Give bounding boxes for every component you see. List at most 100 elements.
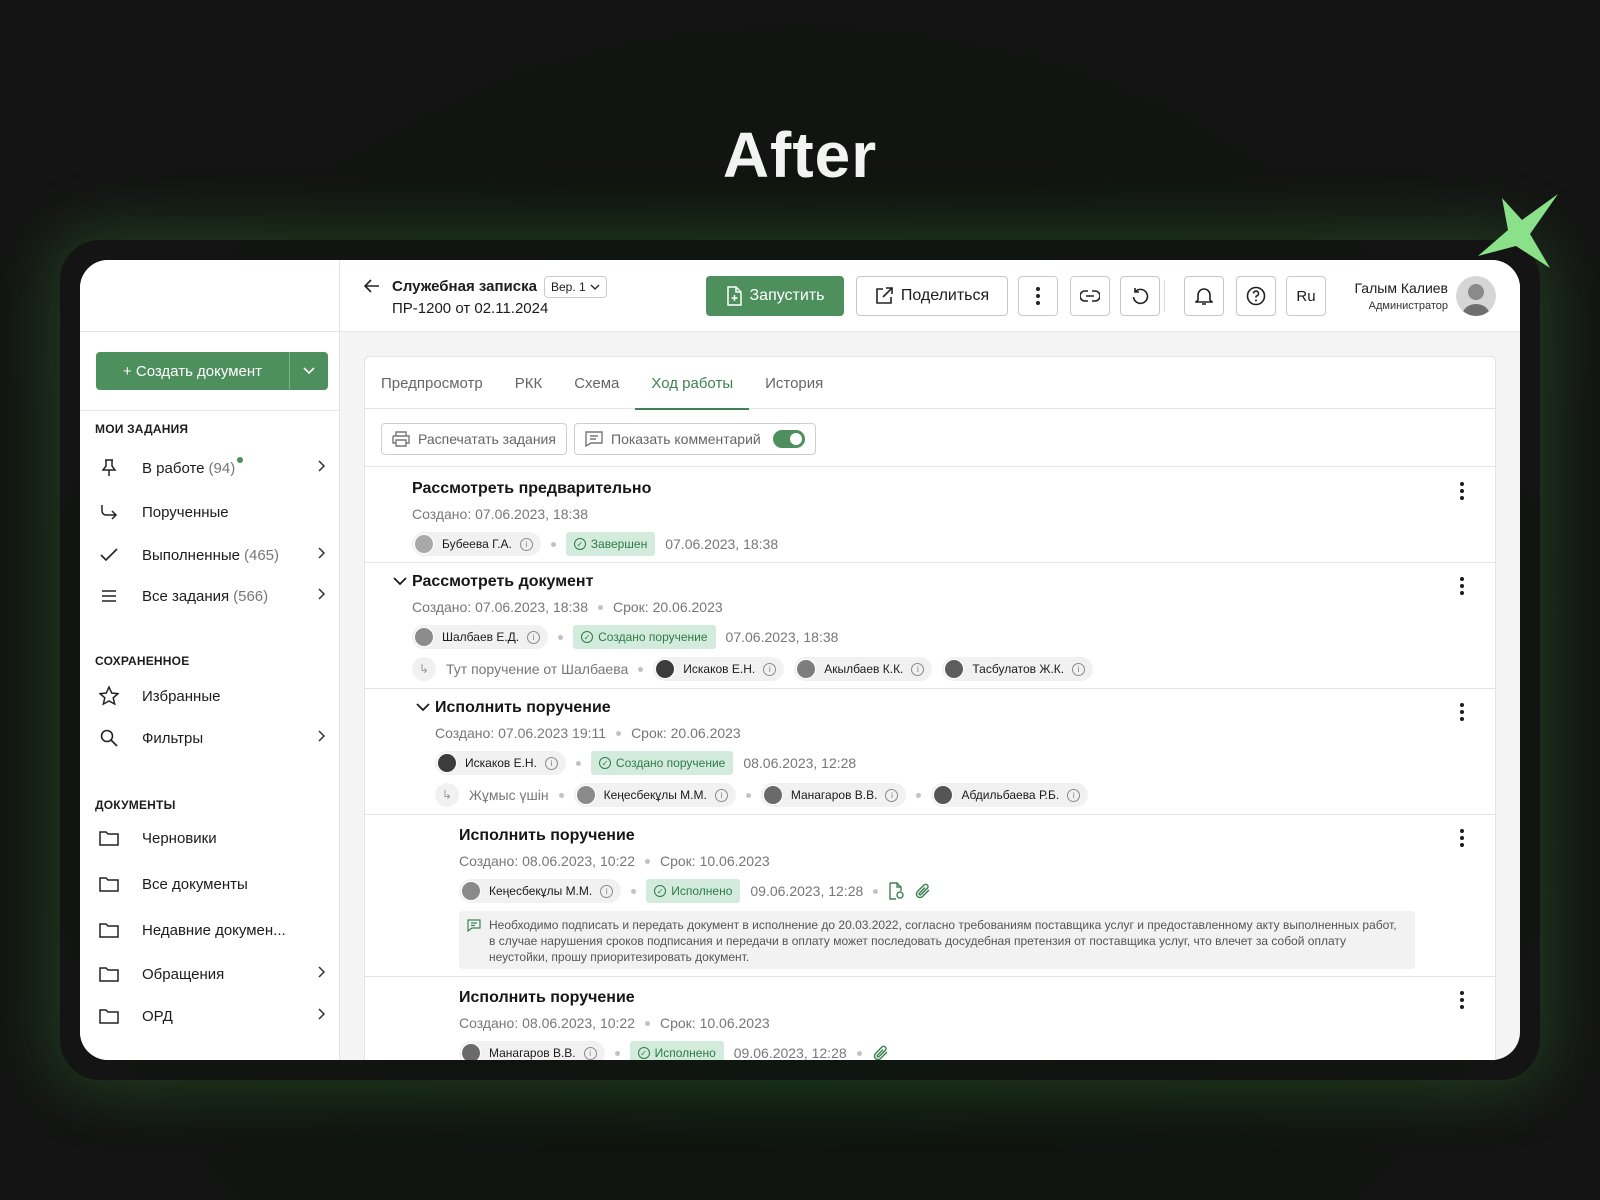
info-icon[interactable]: i (885, 788, 899, 802)
print-tasks-button[interactable]: Распечатать задания (381, 423, 567, 455)
forward-arrow-icon: ↳ (412, 657, 436, 681)
info-icon[interactable]: i (527, 630, 541, 644)
status-badge: ✓ Исполнено (629, 1041, 724, 1060)
info-icon[interactable]: i (519, 537, 533, 551)
create-document-button[interactable]: + Создать документ (96, 352, 290, 390)
assignee-chip[interactable]: Шалбаев Е.Д. i (412, 625, 549, 649)
sidebar-item-count: (465) (244, 546, 280, 564)
status-time: 09.06.2023, 12:28 (750, 883, 864, 899)
delegate-chip[interactable]: Искаков Е.Н. i (653, 657, 785, 681)
task-meta: Создано: 07.06.2023, 18:38 Срок: 20.06.2… (412, 599, 723, 615)
task-item: Исполнить поручение Создано: 08.06.2023,… (365, 815, 1495, 977)
section-documents: ДОКУМЕНТЫ (95, 798, 176, 812)
delegate-name: Манагаров В.В. (790, 788, 878, 802)
assignee-chip[interactable]: Кеңесбекұлы М.М. i (459, 879, 622, 903)
chevron-down-icon (303, 367, 315, 375)
delegate-chip[interactable]: Акылбаев К.К. i (794, 657, 933, 681)
sidebar-item-filters[interactable]: Фильтры (80, 718, 340, 758)
status-label: Создано поручение (598, 630, 708, 644)
tab-history[interactable]: История (749, 357, 839, 409)
share-button[interactable]: Поделиться (856, 276, 1008, 316)
delegate-chip[interactable]: Тасбулатов Ж.К. i (942, 657, 1094, 681)
delegate-name: Абдильбаева Р.Б. (961, 788, 1060, 802)
tab-bar: Предпросмотр РКК Схема Ход работы Истори… (365, 357, 1495, 410)
separator-dot (614, 1050, 620, 1056)
copy-link-button[interactable] (1070, 276, 1110, 316)
paperclip-icon[interactable] (914, 882, 932, 900)
task-menu-icon[interactable] (1459, 482, 1465, 503)
tab-work-progress[interactable]: Ход работы (635, 357, 749, 410)
info-icon[interactable]: i (600, 884, 614, 898)
task-menu-icon[interactable] (1459, 577, 1465, 598)
tab-preview[interactable]: Предпросмотр (365, 357, 499, 409)
info-icon[interactable]: i (911, 662, 925, 676)
help-button[interactable] (1236, 276, 1276, 316)
refresh-button[interactable] (1120, 276, 1160, 316)
sidebar-item-recent[interactable]: Недавние докумен... (80, 910, 340, 950)
assignee-chip[interactable]: Искаков Е.Н. i (435, 751, 566, 775)
tab-rkk[interactable]: РКК (499, 357, 558, 409)
info-icon[interactable]: i (1067, 788, 1081, 802)
task-assignee-row: Манагаров В.В. i ✓ Исполнено 09.06.2023,… (459, 1041, 890, 1060)
sidebar-item-drafts[interactable]: Черновики (80, 818, 340, 858)
info-icon[interactable]: i (544, 756, 558, 770)
notifications-button[interactable] (1184, 276, 1224, 316)
signed-document-icon[interactable] (888, 882, 904, 900)
chevron-down-icon[interactable] (416, 703, 430, 712)
sidebar-item-completed[interactable]: Выполненные (465) (80, 535, 340, 575)
sidebar-item-all-documents[interactable]: Все документы (80, 864, 340, 904)
task-menu-icon[interactable] (1459, 829, 1465, 850)
delegate-chip[interactable]: Кеңесбекұлы М.М. i (573, 783, 736, 807)
sidebar-item-assigned[interactable]: Порученные (80, 492, 340, 532)
chevron-down-icon[interactable] (393, 577, 407, 586)
create-document-dropdown[interactable] (290, 352, 328, 390)
task-title: Исполнить поручение (435, 699, 611, 716)
delegate-chip[interactable]: Манагаров В.В. i (760, 783, 907, 807)
help-circle-icon (1246, 286, 1266, 306)
language-button[interactable]: Ru (1286, 276, 1326, 316)
comments-switch[interactable] (772, 430, 805, 448)
paperclip-icon[interactable] (872, 1044, 890, 1060)
task-assignee-row: Кеңесбекұлы М.М. i ✓ Исполнено 09.06.202… (459, 879, 932, 903)
status-time: 08.06.2023, 12:28 (743, 755, 857, 771)
chevron-right-icon (318, 547, 326, 559)
task-title: Исполнить поручение (459, 989, 635, 1006)
back-arrow-icon[interactable] (364, 279, 380, 293)
separator-dot (558, 792, 564, 798)
task-menu-icon[interactable] (1459, 703, 1465, 724)
sidebar-item-in-progress[interactable]: В работе (94) (80, 448, 340, 488)
info-icon[interactable]: i (763, 662, 777, 676)
separator-dot (597, 604, 603, 610)
assignee-chip[interactable]: Манагаров В.В. i (459, 1041, 605, 1060)
sidebar-item-favorites[interactable]: Избранные (80, 676, 340, 716)
show-comments-toggle[interactable]: Показать комментарий (574, 423, 816, 455)
sidebar-item-all-tasks[interactable]: Все задания (566) (80, 576, 340, 616)
assignee-chip[interactable]: Бубеева Г.А. i (412, 532, 541, 556)
task-title: Рассмотреть документ (412, 573, 594, 590)
check-circle-icon: ✓ (581, 631, 594, 643)
check-circle-icon: ✓ (654, 885, 667, 897)
info-icon[interactable]: i (714, 788, 728, 802)
run-button[interactable]: Запустить (706, 276, 844, 316)
delegation-row: ↳ Жұмыс үшін Кеңесбекұлы М.М. i Манагаро… (435, 783, 1089, 807)
avatar[interactable] (1456, 276, 1496, 316)
sidebar-item-ord[interactable]: ОРД (80, 996, 340, 1036)
assignee-name: Искаков Е.Н. (465, 756, 537, 770)
tab-scheme[interactable]: Схема (558, 357, 635, 409)
sidebar-item-label: Порученные (142, 503, 229, 521)
status-time: 07.06.2023, 18:38 (665, 536, 779, 552)
task-assignee-row: Искаков Е.Н. i ✓ Создано поручение 08.06… (435, 751, 856, 775)
more-button[interactable] (1018, 276, 1058, 316)
sidebar-item-appeals[interactable]: Обращения (80, 954, 340, 994)
task-due: Срок: 10.06.2023 (659, 1015, 770, 1031)
check-circle-icon: ✓ (573, 538, 586, 550)
task-comment: Необходимо подписать и передать документ… (459, 911, 1415, 969)
info-icon[interactable]: i (1072, 662, 1086, 676)
document-number: ПР-1200 от 02.11.2024 (392, 300, 549, 317)
task-meta: Создано: 07.06.2023 19:11 Срок: 20.06.20… (435, 725, 741, 741)
version-select[interactable]: Вер. 1 (544, 276, 607, 298)
task-menu-icon[interactable] (1459, 991, 1465, 1012)
info-icon[interactable]: i (583, 1046, 597, 1060)
header: Служебная записка Вер. 1 ПР-1200 от 02.1… (340, 260, 1520, 332)
delegate-chip[interactable]: Абдильбаева Р.Б. i (931, 783, 1089, 807)
